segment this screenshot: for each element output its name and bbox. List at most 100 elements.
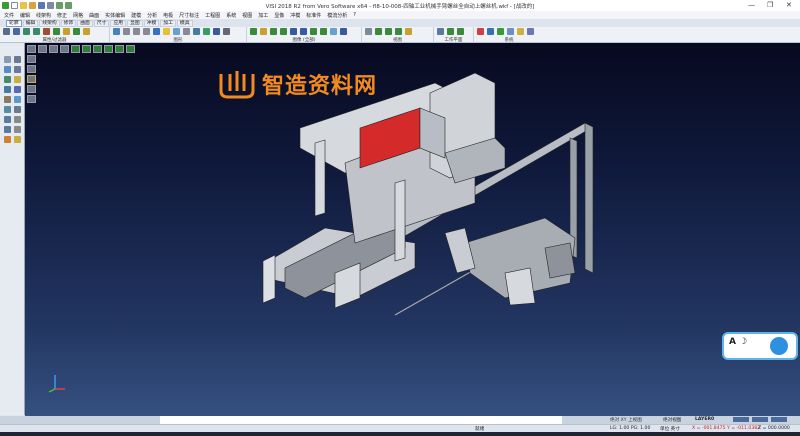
tool-icon[interactable] <box>4 126 11 133</box>
color-icon[interactable] <box>477 28 484 35</box>
shade8-icon[interactable] <box>320 28 327 35</box>
workplane-icon[interactable] <box>437 28 444 35</box>
tool-icon[interactable] <box>4 106 11 113</box>
attribute-icon[interactable] <box>3 28 10 35</box>
tab-profile[interactable]: 轮廓 <box>6 19 22 27</box>
filter-icon[interactable] <box>23 28 30 35</box>
tab-apply[interactable]: 应用 <box>110 19 127 27</box>
zoom-icon[interactable] <box>385 28 392 35</box>
view10-icon[interactable] <box>203 28 210 35</box>
tool-icon[interactable] <box>14 116 21 123</box>
tab-die[interactable]: 冲模 <box>143 19 160 27</box>
view9-icon[interactable] <box>193 28 200 35</box>
status-swatch[interactable] <box>752 417 768 422</box>
view3-icon[interactable] <box>133 28 140 35</box>
tool-icon[interactable] <box>14 56 21 63</box>
menu-dimension[interactable]: 尺寸标注 <box>179 12 199 19</box>
layer-icon[interactable] <box>13 28 20 35</box>
fit-icon[interactable] <box>395 28 402 35</box>
menu-system[interactable]: 系统 <box>226 12 236 19</box>
menu-edit[interactable]: 编辑 <box>20 12 30 19</box>
filter3-icon[interactable] <box>43 28 50 35</box>
shade10-icon[interactable] <box>340 28 347 35</box>
menu-drawing[interactable]: 工程图 <box>205 12 220 19</box>
tab-machining[interactable]: 加工 <box>160 19 176 27</box>
shade3-icon[interactable] <box>270 28 277 35</box>
status-swatch[interactable] <box>771 417 787 422</box>
light-icon[interactable] <box>405 28 412 35</box>
menu-standard-parts[interactable]: 标准件 <box>306 12 321 19</box>
tab-display[interactable]: 显图 <box>127 19 143 27</box>
menu-electrode[interactable]: 电极 <box>163 12 173 19</box>
tool-icon[interactable] <box>14 76 21 83</box>
menu-modeling[interactable]: 建模 <box>131 12 141 19</box>
image-icon[interactable] <box>487 28 494 35</box>
filter4-icon[interactable] <box>53 28 60 35</box>
workplane2-icon[interactable] <box>447 28 454 35</box>
shade4-icon[interactable] <box>280 28 287 35</box>
tool-icon[interactable] <box>4 66 11 73</box>
tab-modify[interactable]: 修饰 <box>60 19 77 27</box>
view11-icon[interactable] <box>213 28 220 35</box>
workplane3-icon[interactable] <box>457 28 464 35</box>
calendar-icon[interactable] <box>507 28 514 35</box>
menu-file[interactable]: 文件 <box>4 12 14 19</box>
view7-icon[interactable] <box>173 28 180 35</box>
shade5-icon[interactable] <box>290 28 297 35</box>
settings-icon[interactable] <box>497 28 504 35</box>
close-button[interactable]: ✕ <box>786 1 792 9</box>
tool-icon[interactable] <box>14 126 21 133</box>
shade-icon[interactable] <box>250 28 257 35</box>
status-swatch[interactable] <box>733 417 749 422</box>
view-status[interactable]: 绝对 XY 上视图 <box>610 417 642 423</box>
view-icon[interactable] <box>113 28 120 35</box>
tool-icon[interactable] <box>4 86 11 93</box>
menu-help[interactable]: ? <box>353 12 356 18</box>
tool-icon[interactable] <box>14 136 21 143</box>
view2-icon[interactable] <box>123 28 130 35</box>
filter2-icon[interactable] <box>33 28 40 35</box>
menu-wireframe[interactable]: 线架构 <box>36 12 51 19</box>
menu-modify[interactable]: 修正 <box>57 12 67 19</box>
tool-icon[interactable] <box>14 106 21 113</box>
view6-icon[interactable] <box>163 28 170 35</box>
menu-analysis[interactable]: 分析 <box>147 12 157 19</box>
tab-mold[interactable]: 模具 <box>176 19 193 27</box>
menu-view[interactable]: 视图 <box>242 12 252 19</box>
menu-display[interactable]: 显像 <box>274 12 284 19</box>
shade9-icon[interactable] <box>330 28 337 35</box>
tab-edit[interactable]: 编辑 <box>22 19 39 27</box>
tool-icon[interactable] <box>14 66 21 73</box>
tool-icon[interactable] <box>4 96 11 103</box>
filter5-icon[interactable] <box>63 28 70 35</box>
3d-viewport[interactable] <box>25 43 800 416</box>
maximize-button[interactable]: ❐ <box>767 1 773 9</box>
menu-solid-edit[interactable]: 实体编辑 <box>105 12 125 19</box>
filter7-icon[interactable] <box>83 28 90 35</box>
view12-icon[interactable] <box>223 28 230 35</box>
minimize-button[interactable]: — <box>748 1 755 9</box>
rotate-icon[interactable] <box>365 28 372 35</box>
shade2-icon[interactable] <box>260 28 267 35</box>
tool-icon[interactable] <box>4 76 11 83</box>
pan-icon[interactable] <box>375 28 382 35</box>
menu-mold-flow[interactable]: 模流分析 <box>327 12 347 19</box>
tool-icon[interactable] <box>14 96 21 103</box>
filter6-icon[interactable] <box>73 28 80 35</box>
view4-icon[interactable] <box>143 28 150 35</box>
view5-icon[interactable] <box>153 28 160 35</box>
machine-model[interactable] <box>25 43 800 416</box>
tab-dimension[interactable]: 尺寸 <box>93 19 110 27</box>
menu-machining[interactable]: 加工 <box>258 12 268 19</box>
tab-wireframe[interactable]: 线架构 <box>39 19 60 27</box>
abs-view-status[interactable]: 绝对视图 <box>663 417 681 423</box>
doraemon-widget[interactable]: A ☽ <box>722 332 798 360</box>
tab-surface[interactable]: 曲面 <box>77 19 93 27</box>
tool-icon[interactable] <box>527 28 534 35</box>
menu-mesh[interactable]: 网格 <box>73 12 83 19</box>
shade6-icon[interactable] <box>300 28 307 35</box>
view8-icon[interactable] <box>183 28 190 35</box>
tool-icon[interactable] <box>14 86 21 93</box>
tool-icon[interactable] <box>4 56 11 63</box>
menu-die[interactable]: 冲模 <box>290 12 300 19</box>
